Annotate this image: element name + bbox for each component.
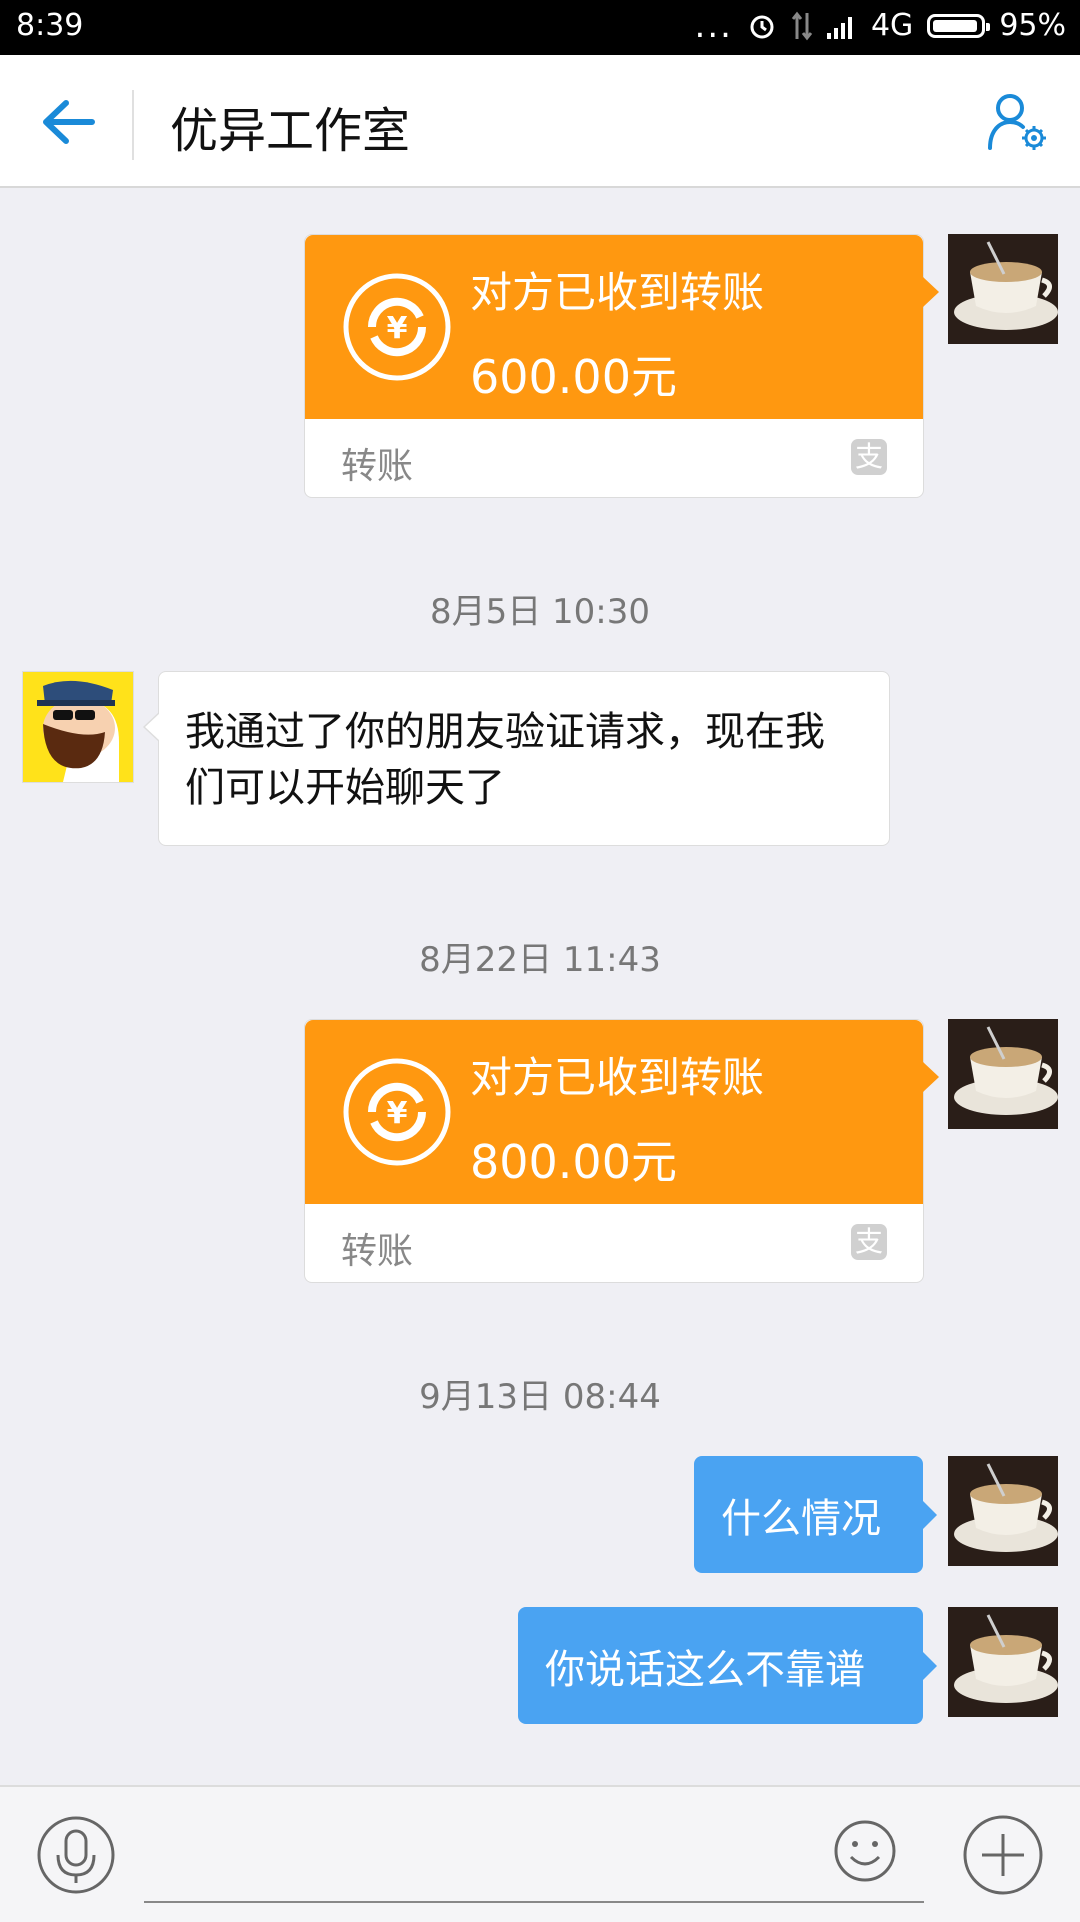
timestamp: 8月5日 10:30	[429, 592, 651, 632]
transfer-card[interactable]: ¥ 对方已收到转账 800.00元 转账 支	[304, 1019, 939, 1284]
transfer-amount: 800.00元	[470, 1135, 677, 1189]
my-avatar[interactable]	[948, 234, 1058, 344]
my-avatar[interactable]	[948, 1607, 1058, 1717]
coffee-cup-icon	[948, 1019, 1058, 1129]
incoming-message-bubble[interactable]: 我通过了你的朋友验证请求，现在我们可以开始聊天了	[143, 671, 890, 846]
transfer-card-top: ¥ 对方已收到转账 600.00元	[305, 235, 939, 419]
alipay-icon: 支	[851, 439, 887, 475]
more-notifications-icon: ...	[694, 5, 733, 46]
transfer-label: 转账	[341, 1231, 414, 1272]
status-time: 8:39	[16, 8, 84, 43]
coffee-cup-icon	[948, 1456, 1058, 1566]
message-text: 你说话这么不靠谱	[545, 1646, 865, 1693]
chat-title: 优异工作室	[170, 103, 411, 159]
svg-text:¥: ¥	[387, 1096, 408, 1131]
transfer-yuan-icon: ¥	[343, 1058, 451, 1166]
outgoing-message-bubble[interactable]: 什么情况	[694, 1456, 937, 1573]
outgoing-message-bubble[interactable]: 你说话这么不靠谱	[518, 1607, 937, 1724]
person-settings-icon[interactable]	[986, 90, 1050, 154]
network-type: 4G	[870, 8, 914, 43]
timestamp: 8月22日 11:43	[419, 940, 661, 980]
svg-text:¥: ¥	[387, 311, 408, 346]
transfer-label: 转账	[341, 446, 414, 487]
transfer-status: 对方已收到转账	[470, 268, 765, 317]
header-divider	[132, 90, 134, 160]
transfer-card-footer: 转账 支	[305, 1204, 923, 1284]
signal-icon	[826, 16, 852, 39]
status-icons: ... 4G 95%	[695, 8, 1066, 43]
microphone-icon[interactable]	[36, 1815, 116, 1895]
timestamp: 9月13日 08:44	[419, 1377, 661, 1417]
cartoon-face-icon	[23, 672, 133, 782]
message-text: 我通过了你的朋友验证请求，现在我们可以开始聊天了	[185, 709, 825, 811]
transfer-amount: 600.00元	[470, 350, 677, 404]
plus-icon[interactable]	[962, 1814, 1044, 1896]
data-transfer-icon	[791, 11, 813, 40]
smiley-icon[interactable]	[833, 1819, 897, 1883]
arrow-left-icon[interactable]	[36, 97, 96, 147]
my-avatar[interactable]	[948, 1019, 1058, 1129]
my-avatar[interactable]	[948, 1456, 1058, 1566]
chat-header: 优异工作室	[0, 55, 1080, 188]
transfer-card-top: ¥ 对方已收到转账 800.00元	[305, 1020, 939, 1204]
status-bar: 8:39 ... 4G 95%	[0, 0, 1080, 55]
transfer-card-footer: 转账 支	[305, 419, 923, 499]
alarm-icon	[750, 15, 774, 38]
contact-avatar[interactable]	[22, 671, 134, 783]
coffee-cup-icon	[948, 234, 1058, 344]
battery-icon	[927, 13, 991, 38]
transfer-status: 对方已收到转账	[470, 1053, 765, 1102]
transfer-card[interactable]: ¥ 对方已收到转账 600.00元 转账 支	[304, 234, 939, 499]
alipay-icon: 支	[851, 1224, 887, 1260]
transfer-yuan-icon: ¥	[343, 273, 451, 381]
coffee-cup-icon	[948, 1607, 1058, 1717]
battery-percent: 95%	[999, 8, 1066, 43]
message-input-bar	[0, 1785, 1080, 1922]
message-text: 什么情况	[721, 1495, 881, 1542]
message-text-input[interactable]	[144, 1901, 924, 1903]
